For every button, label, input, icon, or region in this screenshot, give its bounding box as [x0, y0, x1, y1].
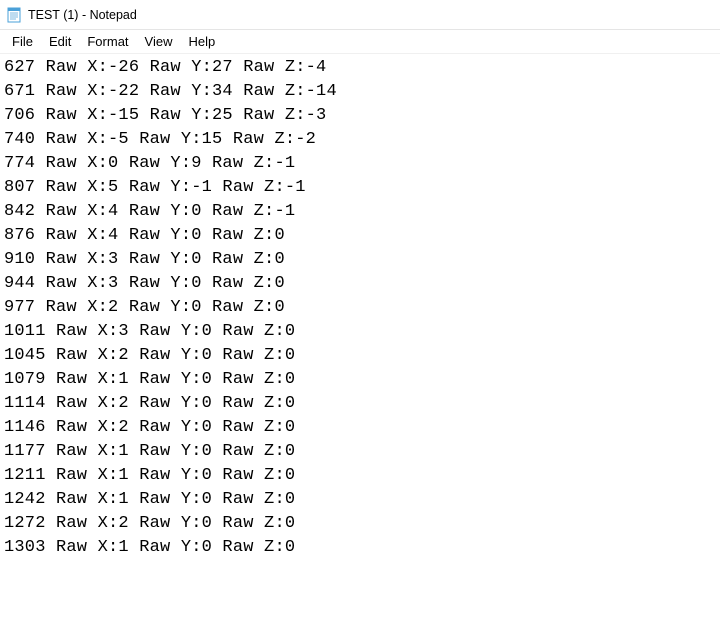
text-line: 1242 Raw X:1 Raw Y:0 Raw Z:0: [4, 488, 716, 512]
notepad-icon: [6, 7, 22, 23]
menu-bar: File Edit Format View Help: [0, 30, 720, 54]
text-line: 1272 Raw X:2 Raw Y:0 Raw Z:0: [4, 512, 716, 536]
text-line: 1114 Raw X:2 Raw Y:0 Raw Z:0: [4, 392, 716, 416]
text-line: 1011 Raw X:3 Raw Y:0 Raw Z:0: [4, 320, 716, 344]
text-line: 807 Raw X:5 Raw Y:-1 Raw Z:-1: [4, 176, 716, 200]
text-line: 842 Raw X:4 Raw Y:0 Raw Z:-1: [4, 200, 716, 224]
menu-edit[interactable]: Edit: [41, 32, 79, 51]
text-line: 774 Raw X:0 Raw Y:9 Raw Z:-1: [4, 152, 716, 176]
text-line: 910 Raw X:3 Raw Y:0 Raw Z:0: [4, 248, 716, 272]
text-line: 1045 Raw X:2 Raw Y:0 Raw Z:0: [4, 344, 716, 368]
window-titlebar: TEST (1) - Notepad: [0, 0, 720, 30]
text-line: 627 Raw X:-26 Raw Y:27 Raw Z:-4: [4, 56, 716, 80]
menu-file[interactable]: File: [4, 32, 41, 51]
menu-view[interactable]: View: [137, 32, 181, 51]
text-line: 671 Raw X:-22 Raw Y:34 Raw Z:-14: [4, 80, 716, 104]
text-line: 740 Raw X:-5 Raw Y:15 Raw Z:-2: [4, 128, 716, 152]
text-line: 944 Raw X:3 Raw Y:0 Raw Z:0: [4, 272, 716, 296]
text-area[interactable]: 627 Raw X:-26 Raw Y:27 Raw Z:-4671 Raw X…: [0, 54, 720, 562]
text-line: 706 Raw X:-15 Raw Y:25 Raw Z:-3: [4, 104, 716, 128]
window-title: TEST (1) - Notepad: [28, 8, 137, 22]
text-line: 1211 Raw X:1 Raw Y:0 Raw Z:0: [4, 464, 716, 488]
text-line: 1303 Raw X:1 Raw Y:0 Raw Z:0: [4, 536, 716, 560]
menu-format[interactable]: Format: [79, 32, 136, 51]
text-line: 876 Raw X:4 Raw Y:0 Raw Z:0: [4, 224, 716, 248]
text-line: 1079 Raw X:1 Raw Y:0 Raw Z:0: [4, 368, 716, 392]
text-line: 1146 Raw X:2 Raw Y:0 Raw Z:0: [4, 416, 716, 440]
text-line: 977 Raw X:2 Raw Y:0 Raw Z:0: [4, 296, 716, 320]
text-line: 1177 Raw X:1 Raw Y:0 Raw Z:0: [4, 440, 716, 464]
menu-help[interactable]: Help: [180, 32, 223, 51]
